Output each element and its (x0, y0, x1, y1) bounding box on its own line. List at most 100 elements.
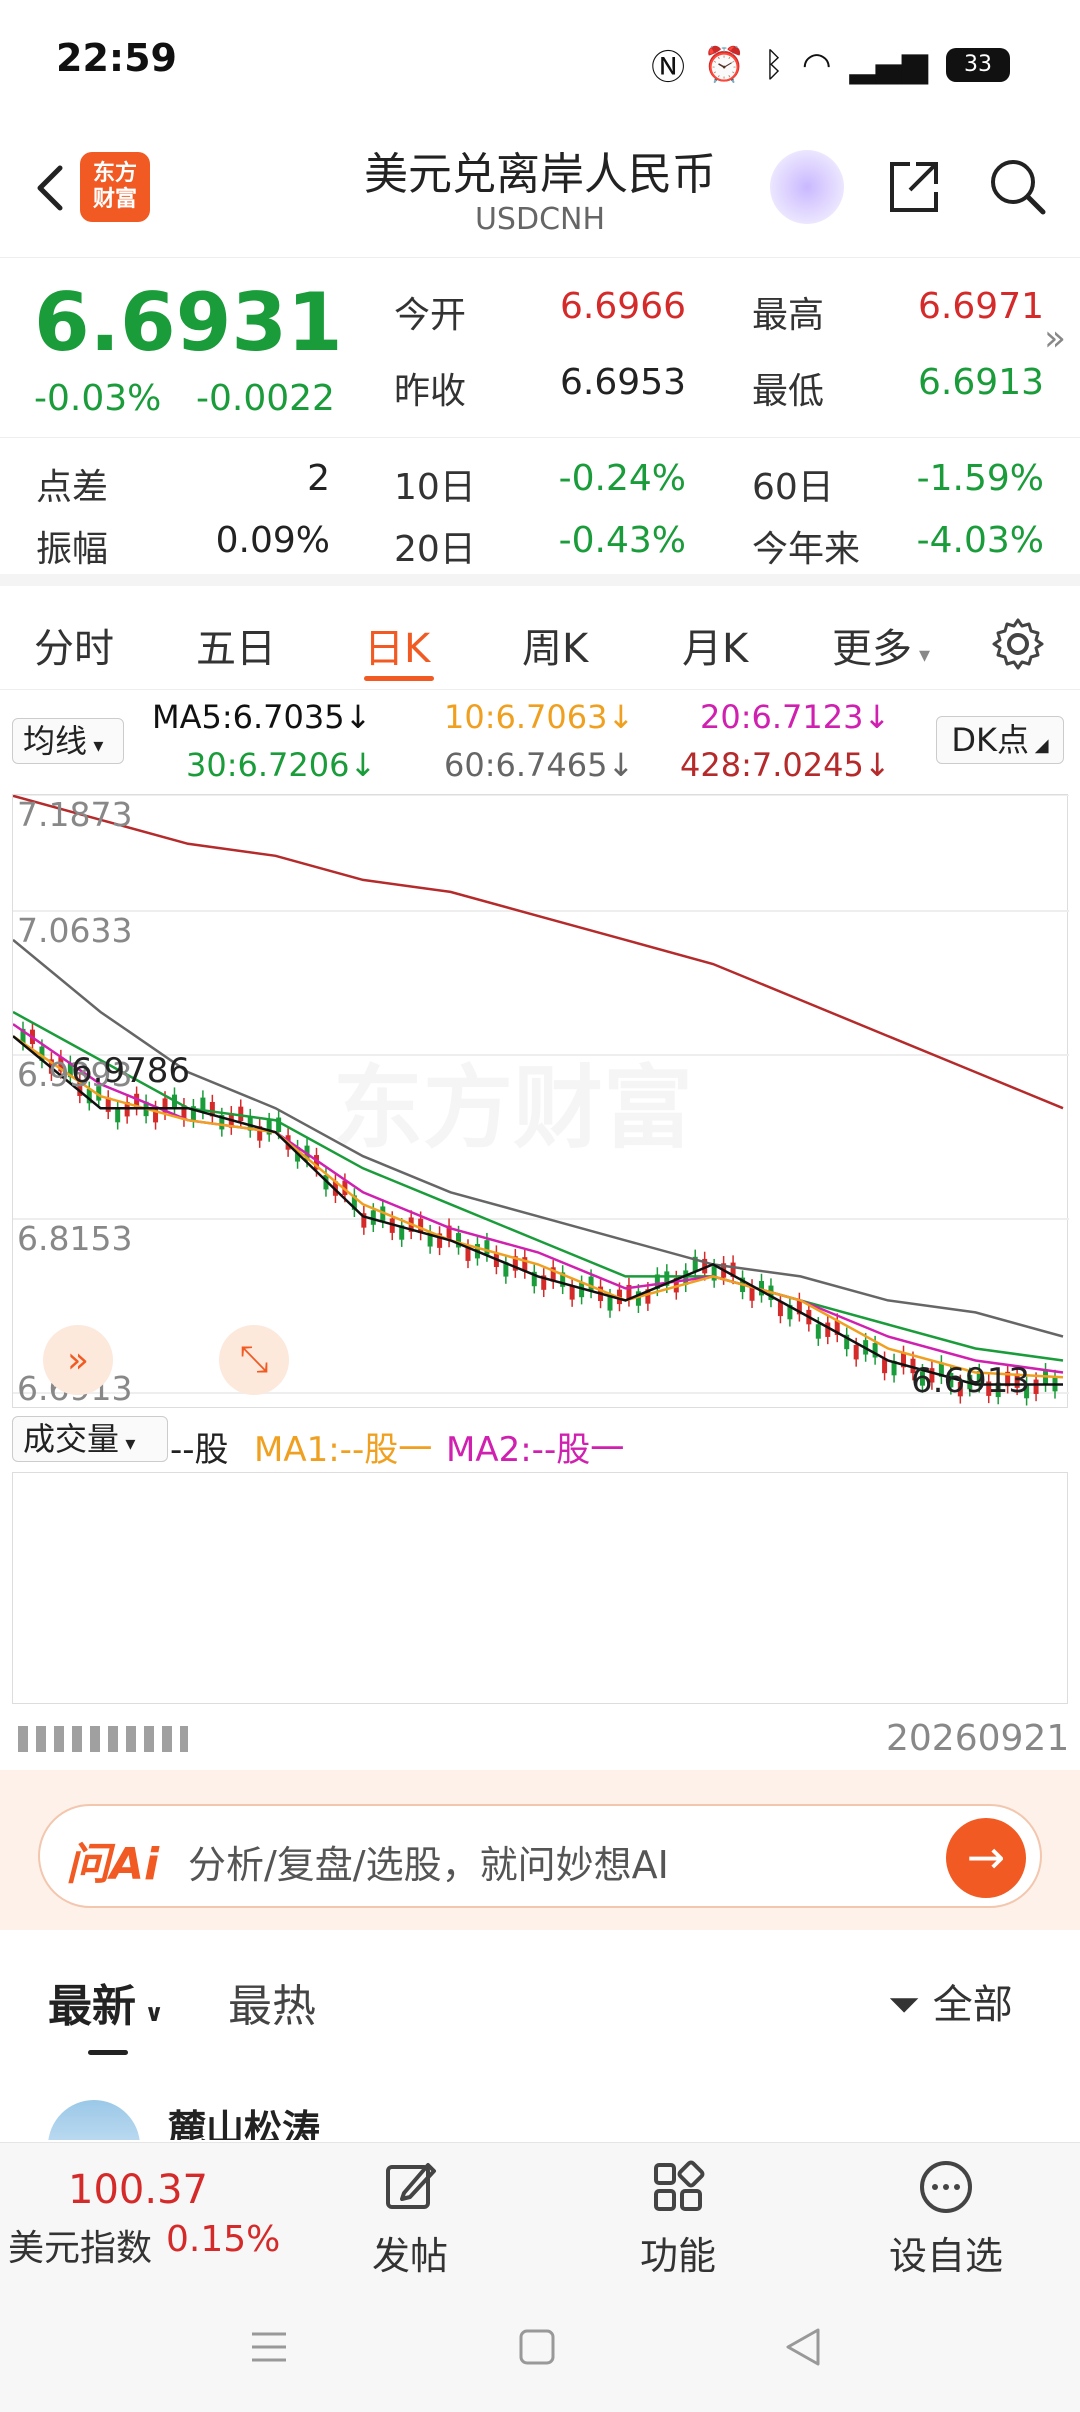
high-value: 6.6971 (918, 286, 1044, 327)
candle-body (1033, 1379, 1039, 1394)
tab-hot[interactable]: 最热 (228, 1970, 316, 2034)
chart-scrollbar[interactable] (18, 1726, 188, 1752)
ma-select[interactable]: 均线 ▾ (12, 718, 124, 764)
search-icon[interactable] (985, 154, 1051, 220)
open-label: 今开 (394, 295, 467, 336)
wifi-icon: ◠ (801, 44, 832, 85)
candle-body (607, 1296, 613, 1311)
low-label: 最低 (752, 371, 825, 412)
chevron-right-icon[interactable]: » (1044, 318, 1066, 359)
status-time: 22:59 (56, 36, 177, 80)
ma20-value: 20:6.7123↓ (700, 698, 891, 736)
add-watchlist-button[interactable]: 设自选 (876, 2157, 1016, 2280)
dollar-index-value: 100.37 (68, 2167, 208, 2213)
battery-icon: 33 (946, 47, 1010, 82)
more-circle-icon (920, 2161, 972, 2213)
chart-tabs: 分时 五日 日K 周K 月K 更多 ▾ (0, 598, 1080, 690)
ai-section: 问Ai 分析/复盘/选股，就问妙想AI → (0, 1770, 1080, 1930)
volume-ma1: MA1:--股一 (254, 1430, 433, 1470)
post-author: 麓山松涛 (168, 2107, 321, 2140)
tab-active-indicator (364, 676, 434, 681)
kline-svg (13, 795, 1069, 1406)
high-marker-label: 6.9786 (71, 1051, 190, 1091)
grid-icon (654, 2160, 705, 2211)
dollar-index-change: 0.15% (166, 2219, 281, 2260)
status-icons: Ⓝ ⏰ ᛒ ◠ ▂▄▆ 33 (651, 40, 1010, 89)
tab-five-day[interactable]: 五日 (196, 616, 276, 674)
ma60-value: 60:6.7465↓ (444, 746, 635, 784)
tab-intraday[interactable]: 分时 (34, 616, 114, 674)
change-percent: -0.03% (34, 378, 162, 419)
dk-point-button[interactable]: DK点 ◢ (936, 716, 1064, 764)
ma428-value: 428:7.0245↓ (680, 746, 891, 784)
d60-value: -1.59% (916, 458, 1044, 499)
low-marker-label: 6.6913 (911, 1361, 1030, 1401)
function-button[interactable]: 功能 (608, 2157, 748, 2280)
chart-date: 20260921 (886, 1718, 1070, 1759)
low-value: 6.6913 (918, 362, 1044, 403)
arrow-right-icon[interactable]: → (946, 1818, 1026, 1898)
y-tick-label: 7.0633 (17, 911, 133, 950)
change-amount: -0.0022 (196, 378, 335, 419)
tab-more[interactable]: 更多 ▾ (832, 616, 930, 674)
ai-placeholder: 分析/复盘/选股，就问妙想AI (188, 1843, 669, 1887)
volume-ma2: MA2:--股一 (446, 1430, 625, 1470)
kline-chart[interactable]: 东方财富 7.1873 7.0633 6.9393 6.8153 6.6913 … (12, 794, 1069, 1408)
home-icon[interactable] (512, 2322, 562, 2372)
ai-input[interactable]: 问Ai 分析/复盘/选股，就问妙想AI → (38, 1804, 1042, 1908)
signal-icon: ▂▄▆ (849, 44, 928, 85)
open-value: 6.6966 (560, 286, 686, 327)
gear-icon[interactable] (990, 616, 1046, 672)
candle-body (484, 1240, 490, 1255)
y-tick-label: 7.1873 (17, 795, 133, 834)
volume-unit: --股 (170, 1430, 229, 1470)
share-icon[interactable] (880, 154, 946, 220)
d20-value: -0.43% (558, 520, 686, 561)
status-bar: 22:59 Ⓝ ⏰ ᛒ ◠ ▂▄▆ 33 (0, 0, 1080, 120)
expand-left-icon[interactable]: » (43, 1325, 113, 1395)
ma30-value: 30:6.7206↓ (186, 746, 377, 784)
back-nav-icon[interactable] (778, 2322, 828, 2372)
ma10-value: 10:6.7063↓ (444, 698, 635, 736)
fullscreen-icon[interactable]: ⤡ (219, 1325, 289, 1395)
stats-panel: 点差 2 10日 -0.24% 60日 -1.59% 振幅 0.09% 20日 … (0, 440, 1080, 586)
volume-select[interactable]: 成交量 ▾ (12, 1416, 168, 1462)
amplitude-label: 振幅 (36, 529, 109, 570)
ai-assistant-icon[interactable] (770, 150, 844, 224)
alarm-icon: ⏰ (703, 44, 746, 85)
high-label: 最高 (752, 295, 825, 336)
tab-monthly-k[interactable]: 月K (682, 616, 748, 674)
candle-body (777, 1301, 783, 1317)
tab-latest[interactable]: 最新 ∨ (48, 1970, 164, 2034)
nfc-icon: Ⓝ (651, 48, 686, 88)
last-price: 6.6931 (34, 276, 343, 369)
ma5-value: MA5:6.7035↓ (152, 698, 372, 736)
filter-button[interactable]: ⏷ 全部 (888, 1972, 1013, 2030)
amplitude-value: 0.09% (215, 520, 330, 561)
menu-icon[interactable] (244, 2322, 294, 2372)
volume-legend: 成交量 ▾ --股 MA1:--股一 MA2:--股一 (0, 1410, 1080, 1470)
quote-panel[interactable]: 6.6931 -0.03% -0.0022 今开 6.6966 最高 6.697… (0, 258, 1080, 438)
candle-body (115, 1107, 121, 1123)
tab-daily-k[interactable]: 日K (364, 616, 430, 674)
ytd-value: -4.03% (916, 520, 1044, 561)
avatar (48, 2100, 140, 2140)
bottom-toolbar: 100.37 美元指数 0.15% 发帖 功能 设自选 (0, 2142, 1080, 2282)
bluetooth-icon: ᛒ (763, 44, 784, 85)
d60-label: 60日 (752, 467, 834, 508)
candle-body (238, 1106, 244, 1122)
tab-weekly-k[interactable]: 周K (522, 616, 588, 674)
candle-body (588, 1276, 594, 1291)
header: 东方 财富 美元兑离岸人民币 USDCNH (0, 120, 1080, 258)
feed-tabs: 最新 ∨ 最热 ⏷ 全部 (0, 1936, 1080, 2056)
spread-label: 点差 (36, 467, 109, 508)
post-button[interactable]: 发帖 (340, 2157, 480, 2280)
feed-tab-indicator (88, 2050, 128, 2055)
candle-body (815, 1324, 821, 1339)
ai-logo: 问Ai (66, 1839, 160, 1890)
ma-legend: 均线 ▾ MA5:6.7035↓ 10:6.7063↓ 20:6.7123↓ 3… (0, 690, 1080, 790)
volume-chart[interactable] (12, 1472, 1068, 1704)
post-preview[interactable]: 麓山松涛 (0, 2060, 1080, 2140)
dollar-index-name: 美元指数 (8, 2228, 153, 2269)
d10-value: -0.24% (558, 458, 686, 499)
